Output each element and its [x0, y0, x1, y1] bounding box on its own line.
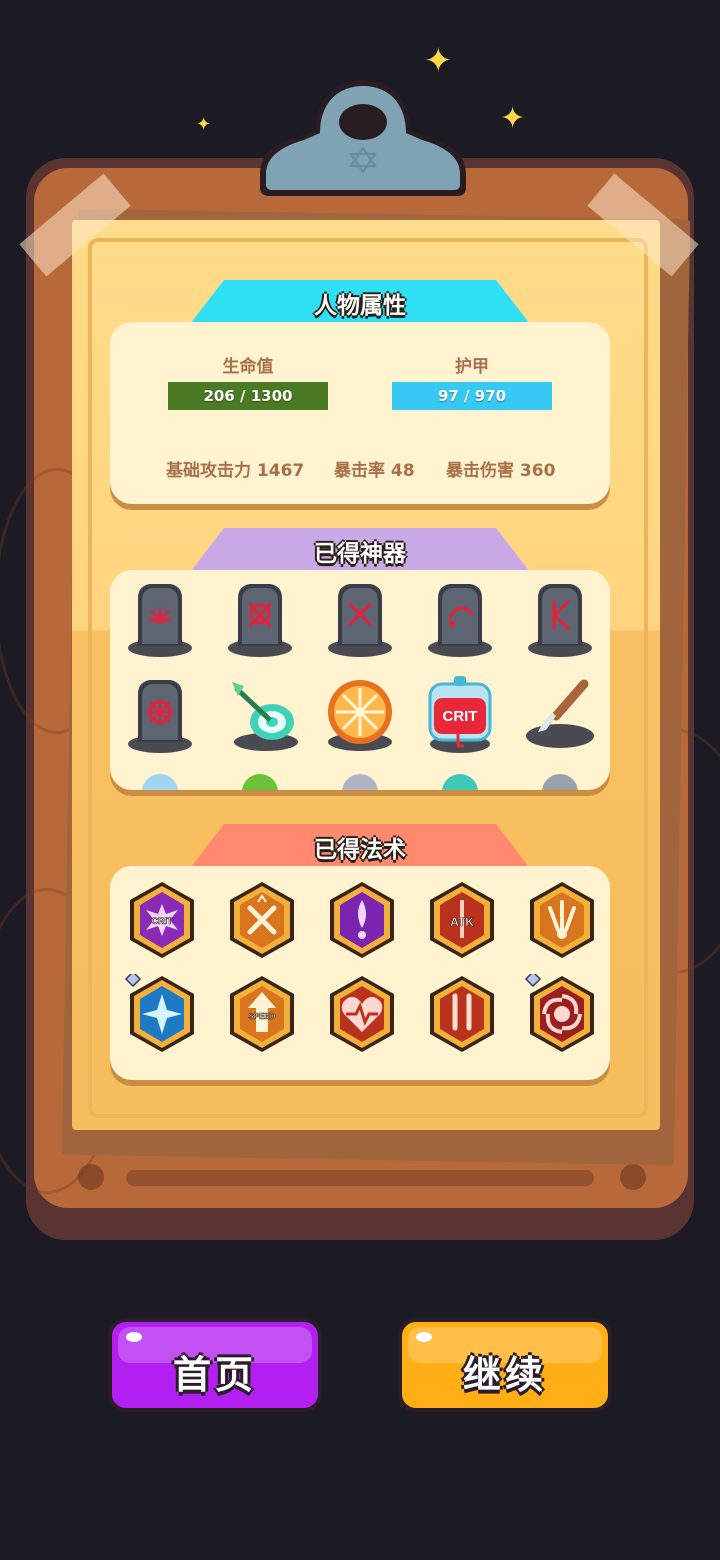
- sparkle-icon: ✦: [500, 101, 526, 136]
- board-rail: [126, 1170, 594, 1186]
- base-attack-stat: 基础攻击力 1467: [166, 461, 305, 481]
- clipboard-clip: [260, 80, 466, 196]
- armor-label: 护甲: [455, 357, 489, 377]
- crit-damage-stat: 暴击伤害 360: [446, 461, 556, 481]
- triple-shot-badge-icon[interactable]: [522, 880, 602, 962]
- artifacts-title: 已得神器: [314, 541, 406, 567]
- double-flame-badge-icon[interactable]: [422, 974, 502, 1056]
- artifact-partial-icon[interactable]: [520, 766, 600, 790]
- paintbrush-icon[interactable]: [520, 674, 600, 756]
- spells-panel: CRIT ATK SPEED: [110, 866, 610, 1080]
- home-button[interactable]: 首页: [108, 1318, 322, 1412]
- crit-potion-bag-icon[interactable]: CRIT: [420, 674, 500, 756]
- crit-burst-badge-icon[interactable]: CRIT: [122, 880, 202, 962]
- home-button-label: 首页: [172, 1353, 257, 1397]
- continue-button-label: 继续: [462, 1353, 547, 1397]
- speed-up-badge-icon[interactable]: SPEED: [222, 974, 302, 1056]
- crit-rate-stat: 暴击率 48: [334, 461, 415, 481]
- attributes-title: 人物属性: [314, 293, 406, 319]
- crossed-swords-badge-icon[interactable]: [222, 880, 302, 962]
- artifact-partial-icon[interactable]: [420, 766, 500, 790]
- artifact-partial-icon[interactable]: [220, 766, 300, 790]
- hp-bar: 206 / 1300: [168, 382, 328, 410]
- tombstone-hook-rune-icon[interactable]: [420, 578, 500, 660]
- sparkle-icon: ✦: [424, 41, 453, 81]
- svg-text:ATK: ATK: [450, 915, 474, 929]
- spells-title: 已得法术: [314, 837, 406, 863]
- artifacts-panel[interactable]: CRIT: [110, 570, 610, 790]
- tombstone-skull-rune-icon[interactable]: [220, 578, 300, 660]
- svg-text:CRIT: CRIT: [152, 916, 173, 926]
- tombstone-cross-rune-icon[interactable]: [320, 578, 400, 660]
- orange-slice-icon[interactable]: [320, 674, 400, 756]
- sparkle-icon: ✦: [196, 114, 212, 135]
- heartbeat-badge-icon[interactable]: [322, 974, 402, 1056]
- spiral-vortex-badge-icon[interactable]: [522, 974, 602, 1056]
- tombstone-burst-rune-icon[interactable]: [120, 674, 200, 756]
- artifact-partial-icon[interactable]: [120, 766, 200, 790]
- screw-icon: [620, 1164, 646, 1190]
- atk-up-badge-icon[interactable]: ATK: [422, 880, 502, 962]
- blue-star-badge-icon[interactable]: [122, 974, 202, 1056]
- screw-icon: [78, 1164, 104, 1190]
- button-highlight: [416, 1332, 432, 1342]
- crit-potion-label: CRIT: [443, 708, 478, 725]
- armor-bar: 97 / 970: [392, 382, 552, 410]
- continue-button[interactable]: 继续: [398, 1318, 612, 1412]
- artifact-partial-icon[interactable]: [320, 766, 400, 790]
- hp-label: 生命值: [222, 357, 274, 377]
- dart-target-icon[interactable]: [220, 674, 300, 756]
- button-highlight: [126, 1332, 142, 1342]
- tombstone-k-rune-icon[interactable]: [520, 578, 600, 660]
- tombstone-sun-rune-icon[interactable]: [120, 578, 200, 660]
- purple-orb-badge-icon[interactable]: [322, 880, 402, 962]
- svg-text:SPEED: SPEED: [248, 1012, 275, 1021]
